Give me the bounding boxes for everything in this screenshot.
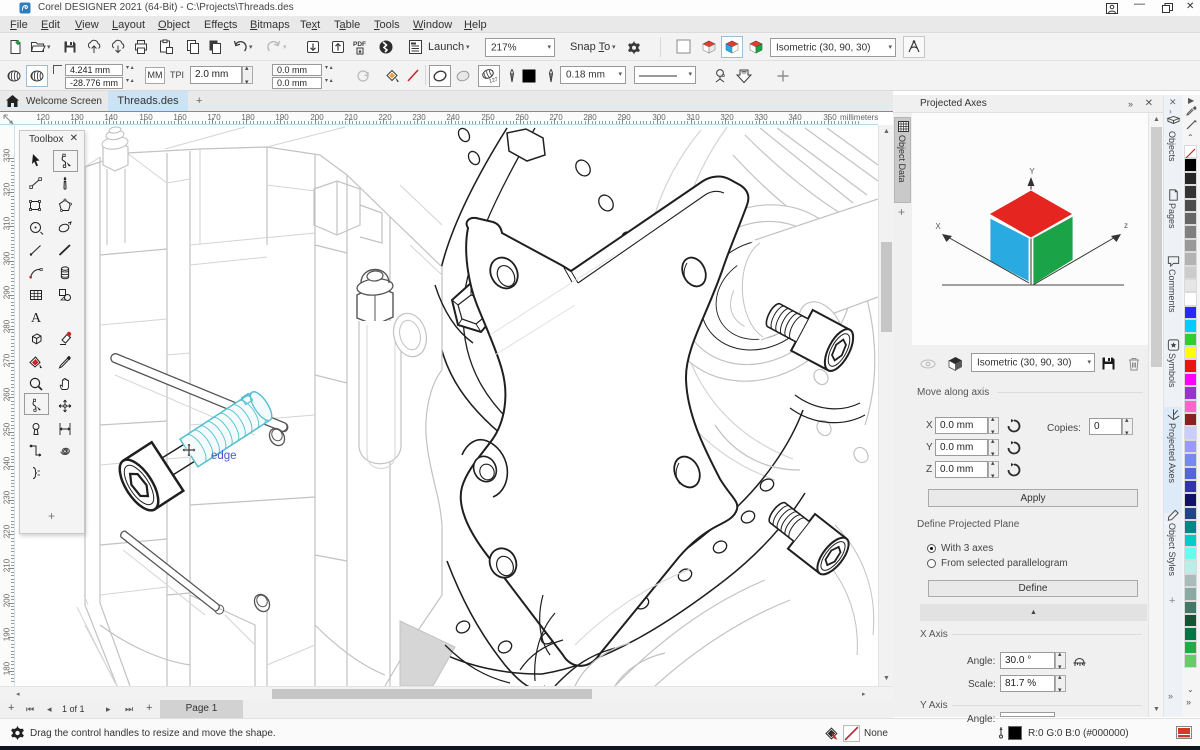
svg-text:Y: Y [1029,167,1035,176]
svg-text:edge: edge [211,450,237,462]
svg-text:z: z [1124,221,1128,230]
svg-text:A: A [31,311,42,325]
svg-text:123: 123 [488,77,497,84]
svg-text:PDF: PDF [353,41,366,48]
svg-text:X: X [935,222,941,231]
